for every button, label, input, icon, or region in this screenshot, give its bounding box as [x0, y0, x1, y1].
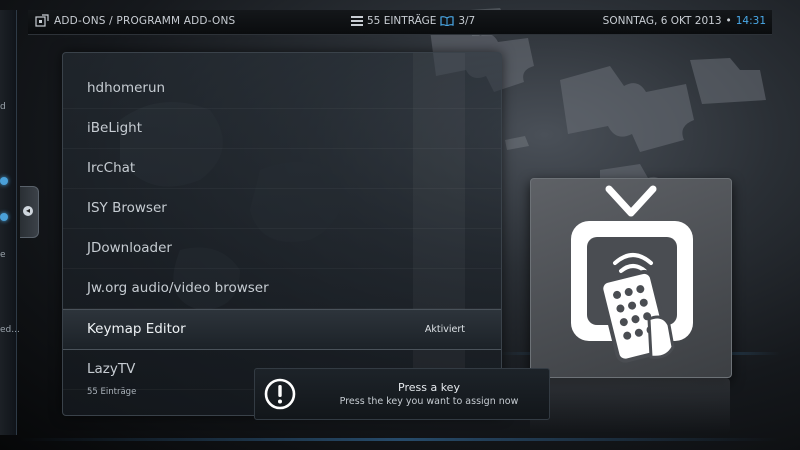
time-label: 14:31 [735, 15, 766, 27]
list-item[interactable]: hdhomerun [63, 69, 501, 109]
tv-remote-icon [571, 185, 693, 363]
addon-list[interactable]: hdhomerun iBeLight IrcChat ISY Browser J… [63, 69, 501, 390]
list-item[interactable]: Jw.org audio/video browser [63, 269, 501, 309]
side-menu-dot [0, 177, 8, 185]
side-menu-fragment: ed... [0, 325, 20, 335]
list-item-label: Keymap Editor [87, 321, 186, 337]
list-item-label: ISY Browser [87, 200, 167, 216]
notification-toast: Press a key Press the key you want to as… [254, 368, 550, 420]
list-item-label: IrcChat [87, 160, 136, 176]
date-time: SONNTAG, 6 OKT 2013 • 14:31 [603, 15, 766, 27]
exclamation-circle-icon [264, 378, 296, 410]
side-menu-fragment: d [0, 102, 6, 112]
notification-title: Press a key [398, 381, 460, 394]
breadcrumb: ADD-ONS / PROGRAMM ADD-ONS [54, 15, 236, 27]
list-item[interactable]: JDownloader [63, 229, 501, 269]
page-indicator: 3/7 [458, 15, 476, 27]
book-icon [440, 16, 454, 26]
list-item-label: JDownloader [87, 240, 172, 256]
list-item[interactable]: IrcChat [63, 149, 501, 189]
list-icon [351, 16, 363, 26]
arrow-left-icon: ◂ [23, 206, 33, 216]
side-menu-handle[interactable]: ◂ [20, 186, 39, 238]
side-menu-strip[interactable]: d e ed... [0, 10, 20, 435]
addons-box-icon [35, 14, 49, 27]
list-item[interactable]: iBeLight [63, 109, 501, 149]
list-info: 55 EINTRÄGE 3/7 [351, 15, 475, 27]
addon-list-panel: hdhomerun iBeLight IrcChat ISY Browser J… [62, 52, 502, 416]
footer-count: 55 Einträge [87, 387, 137, 397]
notification-message: Press the key you want to assign now [339, 396, 519, 407]
thumbnail-reflection [530, 378, 730, 433]
side-menu-fragment: e [0, 250, 6, 260]
date-label: SONNTAG, 6 OKT 2013 [602, 15, 722, 27]
status-badge: Aktiviert [424, 324, 465, 335]
addon-thumbnail [530, 178, 732, 378]
top-bar: ADD-ONS / PROGRAMM ADD-ONS 55 EINTRÄGE 3… [28, 10, 772, 35]
side-menu-dot [0, 213, 8, 221]
list-item-focused[interactable]: Keymap Editor Aktiviert [63, 309, 501, 350]
list-item-label: iBeLight [87, 120, 143, 136]
bottom-glow-line [20, 438, 780, 441]
list-item-label: Jw.org audio/video browser [87, 280, 269, 296]
items-count: 55 EINTRÄGE [367, 15, 437, 27]
list-item-label: LazyTV [87, 361, 136, 377]
list-item-label: hdhomerun [87, 80, 166, 96]
list-item[interactable]: ISY Browser [63, 189, 501, 229]
date-time-separator: • [725, 15, 732, 27]
